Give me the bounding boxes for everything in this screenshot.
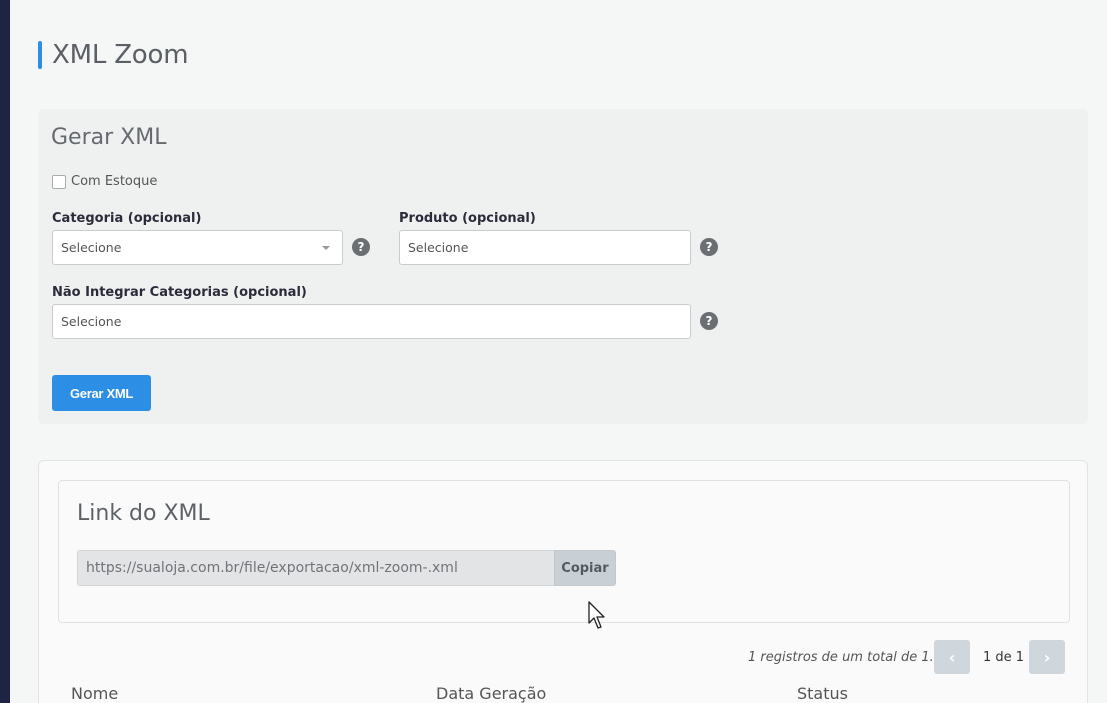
page-header: XML Zoom xyxy=(38,40,189,70)
page-title: XML Zoom xyxy=(52,40,189,70)
gerar-xml-button[interactable]: Gerar XML xyxy=(52,375,151,411)
produto-help-icon[interactable]: ? xyxy=(700,238,718,256)
left-sidebar-edge xyxy=(0,0,10,703)
com-estoque-option[interactable]: Com Estoque xyxy=(52,174,157,189)
categoria-select[interactable]: Selecione xyxy=(52,230,343,265)
categoria-selected-value: Selecione xyxy=(61,240,122,255)
pagination-next-button[interactable]: › xyxy=(1029,640,1065,674)
copy-button[interactable]: Copiar xyxy=(554,550,616,586)
link-section-card: Link do XML https://sualoja.com.br/file/… xyxy=(38,460,1088,703)
categoria-help-icon[interactable]: ? xyxy=(352,238,370,256)
mouse-cursor-icon xyxy=(588,601,605,629)
link-xml-heading: Link do XML xyxy=(77,501,210,526)
nao-integrar-label: Não Integrar Categorias (opcional) xyxy=(52,285,307,300)
chevron-down-icon xyxy=(322,246,330,250)
nao-integrar-help-icon[interactable]: ? xyxy=(700,312,718,330)
categoria-label: Categoria (opcional) xyxy=(52,211,202,226)
chevron-left-icon: ‹ xyxy=(948,647,956,667)
gerar-xml-heading: Gerar XML xyxy=(51,125,167,150)
chevron-right-icon: › xyxy=(1043,647,1051,667)
xml-url-field[interactable]: https://sualoja.com.br/file/exportacao/x… xyxy=(77,550,555,586)
nao-integrar-placeholder: Selecione xyxy=(61,314,122,329)
gerar-xml-card: Gerar XML Com Estoque Categoria (opciona… xyxy=(38,109,1088,424)
com-estoque-label: Com Estoque xyxy=(71,174,158,189)
pagination-prev-button[interactable]: ‹ xyxy=(934,640,970,674)
column-header-nome[interactable]: Nome xyxy=(71,684,118,703)
produto-placeholder: Selecione xyxy=(408,240,469,255)
column-header-data-geracao[interactable]: Data Geração xyxy=(436,684,546,703)
nao-integrar-input[interactable]: Selecione xyxy=(52,304,691,339)
title-accent-bar xyxy=(38,41,42,69)
produto-label: Produto (opcional) xyxy=(399,211,536,226)
records-count: 1 registros de um total de 1. xyxy=(748,650,934,665)
link-xml-card: Link do XML https://sualoja.com.br/file/… xyxy=(58,480,1070,623)
produto-input[interactable]: Selecione xyxy=(399,230,691,265)
column-header-status[interactable]: Status xyxy=(797,684,848,703)
com-estoque-checkbox[interactable] xyxy=(52,174,66,189)
page-indicator: 1 de 1 xyxy=(983,650,1025,665)
